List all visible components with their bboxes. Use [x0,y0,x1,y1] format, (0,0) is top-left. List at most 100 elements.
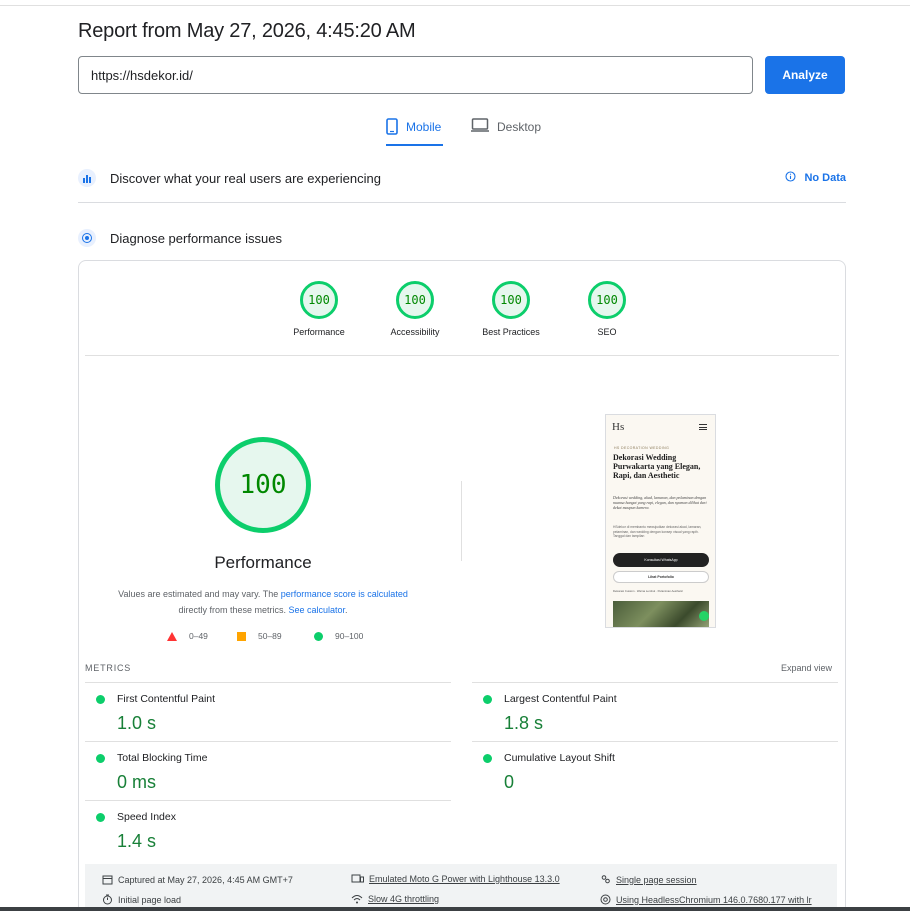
metric-name: Largest Contentful Paint [504,693,617,705]
score-calculated-link[interactable]: performance score is calculated [281,589,408,599]
network-throttling-text: Slow 4G throttling [368,894,440,904]
legend-average-label: 50–89 [258,631,282,641]
people-icon [600,874,611,885]
pass-circle-icon [483,695,492,704]
gauge-score: 100 [588,281,626,319]
pass-circle-icon [96,695,105,704]
tab-desktop-label: Desktop [497,120,542,134]
see-calculator-link[interactable]: See calculator [288,605,345,615]
average-square-icon [237,631,246,641]
gauge-label: Performance [293,327,345,337]
metric-fcp: First Contentful Paint 1.0 s [85,682,451,741]
calendar-icon [102,874,113,885]
site-links: Dekorasi Custom · Warna Lembut · Pelamin… [613,589,684,593]
pass-circle-icon [96,813,105,822]
metric-name: First Contentful Paint [117,693,216,705]
bottom-edge-bar [0,907,910,911]
runtime-settings: Captured at May 27, 2026, 4:45 AM GMT+7 … [85,864,837,911]
top-divider [0,5,910,6]
note-text: directly from these metrics. [178,605,289,615]
metric-cls: Cumulative Layout Shift 0 [472,741,838,800]
metric-value: 0 ms [117,772,157,792]
page-load-type-text: Initial page load [118,894,182,905]
gauges-divider [85,355,839,356]
browser-version-text: Using HeadlessChromium 146.0.7680.177 wi… [616,894,812,905]
tab-mobile-label: Mobile [406,120,442,134]
emulated-device[interactable]: Emulated Moto G Power with Lighthouse 13… [351,874,560,884]
field-data-section: Discover what your real users are experi… [78,167,846,189]
metric-name: Cumulative Layout Shift [504,752,615,764]
gauge-score: 100 [492,281,530,319]
captured-at: Captured at May 27, 2026, 4:45 AM GMT+7 [102,874,293,885]
metric-value: 1.8 s [504,713,544,733]
metrics-heading: METRICS [85,663,132,673]
desktop-icon [471,118,489,132]
page-screenshot: Hs HS DECORATION WEDDING Dekorasi Weddin… [605,414,716,628]
site-kicker: HS DECORATION WEDDING [614,446,670,450]
legend-pass-label: 90–100 [335,631,364,641]
legend-fail-label: 0–49 [189,631,208,641]
site-body: HSdekor di membantu mewujudkan dekorasi … [613,525,702,538]
device-icon [351,874,364,884]
site-whatsapp-button: Konsultasi WhatsApp [613,553,709,567]
category-seo[interactable]: 100 SEO [567,281,647,337]
expand-view-button[interactable]: Expand view [781,663,832,673]
url-input[interactable] [78,56,753,94]
no-data-label: No Data [804,172,846,184]
site-photo [613,601,709,627]
metric-lcp: Largest Contentful Paint 1.8 s [472,682,838,741]
metric-name: Total Blocking Time [117,752,208,764]
no-data-status[interactable]: No Data [785,171,846,185]
report-title: Report from May 27, 2026, 4:45:20 AM [78,20,416,42]
mobile-icon [386,118,398,135]
category-performance[interactable]: 100 Performance [279,281,359,337]
note-text: Values are estimated and may vary. The [118,589,281,599]
site-portfolio-button: Lihat Portofolio [613,571,709,583]
pass-circle-icon [314,631,323,641]
legend-fail: 0–49 [167,631,208,641]
analyze-button[interactable]: Analyze [765,56,845,94]
gauge-label: SEO [597,327,617,337]
captured-at-text: Captured at May 27, 2026, 4:45 AM GMT+7 [118,874,293,885]
vertical-divider [461,481,462,561]
category-best-practices[interactable]: 100 Best Practices [471,281,551,337]
wifi-icon [351,894,363,904]
metric-name: Speed Index [117,811,176,823]
metric-value: 1.0 s [117,713,157,733]
tab-desktop[interactable]: Desktop [471,118,541,146]
diagnose-icon [78,229,96,247]
chrome-icon [600,894,611,905]
site-tagline: Dekorasi wedding, akad, lamaran, dan pel… [613,495,707,510]
metric-tbt: Total Blocking Time 0 ms [85,741,451,800]
metric-si: Speed Index 1.4 s [85,800,451,859]
section-divider [78,202,846,203]
timer-icon [102,894,113,905]
metric-value: 1.4 s [117,831,157,851]
lab-data-title: Diagnose performance issues [110,230,282,246]
legend-average: 50–89 [237,631,282,641]
page-load-type: Initial page load [102,894,181,905]
site-logo: Hs [612,421,625,433]
session-type-text: Single page session [616,874,697,885]
gauge-label: Accessibility [390,327,440,337]
network-throttling[interactable]: Slow 4G throttling [351,894,439,904]
lab-data-section: Diagnose performance issues [78,227,846,249]
legend-pass: 90–100 [314,631,363,641]
field-data-title: Discover what your real users are experi… [110,170,381,186]
session-type[interactable]: Single page session [600,874,697,885]
gauge-score: 100 [396,281,434,319]
users-chart-icon [78,169,96,187]
pass-circle-icon [483,754,492,763]
gauge-score: 100 [300,281,338,319]
menu-icon [699,424,707,430]
performance-score-gauge: 100 [215,437,311,533]
note-text: . [345,605,348,615]
fail-triangle-icon [167,631,177,641]
tab-mobile[interactable]: Mobile [386,118,443,146]
category-accessibility[interactable]: 100 Accessibility [375,281,455,337]
lighthouse-report-card: 100 Performance 100 Accessibility 100 Be… [78,260,846,911]
browser-version[interactable]: Using HeadlessChromium 146.0.7680.177 wi… [600,894,812,905]
metric-value: 0 [504,772,515,792]
score-note: Values are estimated and may vary. The p… [103,586,423,618]
site-heading: Dekorasi Wedding Purwakarta yang Elegan,… [613,453,701,480]
